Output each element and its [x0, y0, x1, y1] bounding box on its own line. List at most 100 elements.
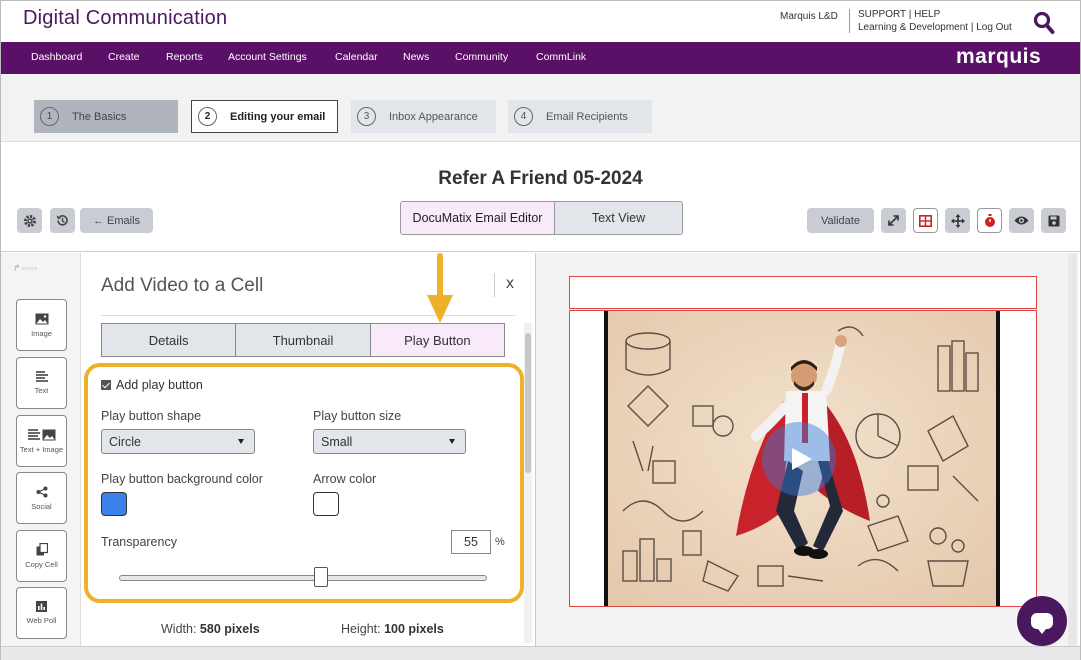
nav-commlink[interactable]: CommLink	[536, 51, 586, 63]
step-email-recipients[interactable]: 4 Email Recipients	[508, 100, 652, 133]
email-header-cell[interactable]	[569, 276, 1037, 309]
learning-logout-links[interactable]: Learning & Development | Log Out	[858, 22, 1012, 33]
transparency-unit: %	[495, 536, 505, 548]
tool-web-poll[interactable]: Web Poll	[16, 587, 67, 639]
step-the-basics[interactable]: 1 The Basics	[34, 100, 178, 133]
nav-community[interactable]: Community	[455, 51, 508, 63]
settings-button[interactable]	[17, 208, 42, 233]
nav-account-settings[interactable]: Account Settings	[228, 51, 307, 63]
history-button[interactable]	[50, 208, 75, 233]
search-icon[interactable]	[1033, 11, 1055, 35]
step-number: 4	[514, 107, 533, 126]
brand-logo[interactable]: marquis	[956, 45, 1041, 69]
height-readout: Height: 100 pixels	[341, 622, 444, 636]
tab-details[interactable]: Details	[101, 323, 237, 357]
step-label: Email Recipients	[546, 110, 628, 123]
nav-reports[interactable]: Reports	[166, 51, 203, 63]
document-title: Refer A Friend 05-2024	[438, 168, 643, 189]
step-inbox-appearance[interactable]: 3 Inbox Appearance	[351, 100, 496, 133]
transparency-label: Transparency	[101, 535, 177, 549]
tool-social[interactable]: Social	[16, 472, 67, 524]
app-title: Digital Communication	[23, 7, 228, 29]
callout-arrow-icon	[427, 253, 453, 323]
editor-view-toggle: DocuMatix Email Editor Text View	[400, 201, 683, 235]
tab-thumbnail[interactable]: Thumbnail	[236, 323, 371, 357]
transparency-input[interactable]: 55	[451, 530, 491, 554]
chevron-down-icon	[238, 439, 244, 444]
play-button-size-label: Play button size	[313, 409, 402, 423]
tool-text[interactable]: Text	[16, 357, 67, 409]
step-number: 2	[198, 107, 217, 126]
tool-copy-cell[interactable]: Copy Cell	[16, 530, 67, 582]
panel-tabs: Details Thumbnail Play Button	[101, 323, 505, 357]
timer-button[interactable]	[977, 208, 1002, 233]
tool-label: Text	[34, 386, 49, 395]
play-button-shape-label: Play button shape	[101, 409, 202, 423]
height-label: Height:	[341, 622, 381, 636]
support-help-links[interactable]: SUPPORT | HELP	[858, 9, 940, 20]
tool-label: Social	[31, 501, 52, 511]
tool-image[interactable]: Image	[16, 299, 67, 351]
add-play-button-label: Add play button	[116, 378, 203, 392]
tool-label: Web Poll	[26, 616, 57, 625]
arrow-color-label: Arrow color	[313, 472, 377, 486]
preview-button[interactable]	[1009, 208, 1034, 233]
transparency-slider-handle[interactable]	[314, 567, 328, 587]
add-play-button-checkbox[interactable]: Add play button	[101, 378, 203, 392]
preview-scrollbar[interactable]	[1068, 253, 1077, 646]
header-divider	[849, 9, 850, 33]
width-value: 580 pixels	[199, 622, 260, 636]
wizard-steps: 1 The Basics 2 Editing your email 3 Inbo…	[1, 74, 1080, 142]
video-play-button[interactable]	[762, 422, 836, 496]
play-icon	[791, 448, 812, 470]
transparency-slider-track[interactable]	[119, 575, 487, 581]
main-nav: Dashboard Create Reports Account Setting…	[1, 42, 1080, 74]
tool-text-image[interactable]: Text + Image	[16, 415, 67, 467]
save-button[interactable]	[1041, 208, 1066, 233]
documatix-editor-tab[interactable]: DocuMatix Email Editor	[401, 202, 555, 234]
play-button-size-select[interactable]: Small	[313, 429, 466, 454]
video-thumbnail	[604, 311, 1000, 606]
nav-calendar[interactable]: Calendar	[335, 51, 378, 63]
step-label: The Basics	[72, 110, 127, 123]
text-view-tab[interactable]: Text View	[555, 202, 682, 234]
share-icon	[36, 486, 47, 497]
panel-title-divider	[494, 273, 495, 297]
tool-label: Image	[31, 328, 52, 338]
background-color-swatch[interactable]	[101, 492, 127, 516]
move-button[interactable]	[945, 208, 970, 233]
undo-redo-icon[interactable]: ↱▫▫▫▫	[13, 263, 38, 274]
add-video-panel: Add Video to a Cell x Details Thumbnail …	[82, 253, 535, 646]
panel-scrollbar-thumb[interactable]	[525, 333, 531, 473]
nav-dashboard[interactable]: Dashboard	[31, 51, 82, 63]
width-label: Width:	[161, 622, 197, 636]
email-video-cell[interactable]	[569, 310, 1037, 607]
tool-label: Text + Image	[19, 444, 64, 454]
validate-button[interactable]: Validate	[807, 208, 874, 233]
image-icon	[35, 313, 48, 324]
tab-play-button[interactable]: Play Button	[370, 323, 505, 357]
play-button-shape-select[interactable]: Circle	[101, 429, 255, 454]
nav-news[interactable]: News	[403, 51, 429, 63]
expand-icon	[888, 215, 899, 226]
move-arrows-icon	[950, 213, 965, 228]
step-editing-your-email[interactable]: 2 Editing your email	[191, 100, 338, 133]
checkbox-checked-icon[interactable]	[101, 380, 111, 390]
user-name[interactable]: Marquis L&D	[780, 11, 838, 22]
window-bottom-scrollbar[interactable]	[1, 646, 1080, 660]
chevron-down-icon	[449, 439, 455, 444]
expand-button[interactable]	[881, 208, 906, 233]
chat-support-button[interactable]	[1017, 596, 1067, 646]
panel-title: Add Video to a Cell	[101, 275, 264, 296]
top-header: Digital Communication Marquis L&D SUPPOR…	[1, 1, 1080, 42]
text-image-icon	[27, 428, 55, 440]
arrow-color-swatch[interactable]	[313, 492, 339, 516]
close-icon[interactable]: x	[506, 275, 514, 293]
step-label: Inbox Appearance	[389, 110, 478, 123]
width-readout: Width: 580 pixels	[161, 622, 260, 636]
back-to-emails-button[interactable]: ← Emails	[80, 208, 153, 233]
nav-create[interactable]: Create	[108, 51, 140, 63]
poll-icon	[36, 601, 47, 612]
copy-icon	[36, 543, 48, 556]
grid-button[interactable]	[913, 208, 938, 233]
